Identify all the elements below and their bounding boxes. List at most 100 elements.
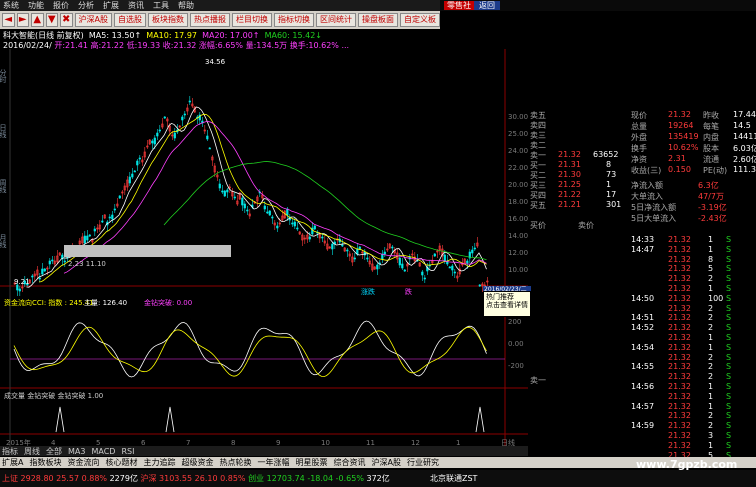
trade-dir: S <box>726 264 732 274</box>
menu-item-1[interactable]: 功能 <box>28 0 44 11</box>
ma10-label: MA10: 17.97 <box>146 31 197 40</box>
candle-body <box>291 222 294 225</box>
toolbar-button-1[interactable]: 自选股 <box>113 13 146 27</box>
candle-body <box>43 268 46 272</box>
bottom-nav-11[interactable]: 行业研究 <box>407 457 439 468</box>
status-right: 北京联通ZST <box>430 474 478 483</box>
toolbar-arrow-4[interactable]: ✖ <box>60 13 73 27</box>
trade-dir: S <box>726 372 732 382</box>
candle-body <box>83 235 86 244</box>
quote-panel: 卖五 卖四 卖三 卖二 卖一 21.32 63652 买一 21.31 8 买二 21.30 73 买三 2… <box>528 110 756 460</box>
candle-body <box>268 210 271 216</box>
status-amt2: 372亿 <box>366 474 390 483</box>
bottom-nav-10[interactable]: 沪深A股 <box>371 457 400 468</box>
bottom-tab-3[interactable]: MA3 <box>68 447 85 456</box>
bottom-nav-6[interactable]: 热点轮换 <box>219 457 251 468</box>
middle-label-left: 涨跌 <box>361 287 375 296</box>
trade-vol: 1 <box>708 391 714 401</box>
trade-price: 21.32 <box>668 333 691 342</box>
trade-price: 21.32 <box>668 362 691 372</box>
toolbar-arrow-3[interactable]: ▼ <box>45 13 58 27</box>
toolbar-button-5[interactable]: 指标切换 <box>273 13 314 27</box>
candle-body <box>153 137 156 145</box>
trade-dir: S <box>726 391 732 401</box>
candle-body <box>118 195 121 199</box>
trade-vol: 5 <box>708 264 714 274</box>
back-button[interactable]: 返回 <box>474 1 500 10</box>
toolbar: ◄ ► ▲ ▼ ✖ 沪深A股 自选股 板块指数 热点播报 栏目切换 指标切换 区间统计 操盘板面 自定义板 <box>0 11 440 29</box>
bottom-nav-7[interactable]: 一年涨幅 <box>257 457 289 468</box>
quote-value2: 111.3 <box>733 165 756 174</box>
candle-body <box>151 140 154 144</box>
indicator-row2: 成交量 金钻突破 金钻突破 1.00 <box>4 391 103 400</box>
tooltip[interactable]: 热门推荐 点击查看详情 <box>483 291 531 317</box>
bottom-nav-0[interactable]: 扩展A <box>2 457 23 468</box>
trade-time: 14:33 <box>631 235 655 244</box>
trade-dir: S <box>726 254 732 264</box>
menu-item-0[interactable]: 系统 <box>3 0 19 11</box>
menu-bar: 系统 功能 报价 分析 扩展 资讯 工具 帮助 <box>0 0 440 11</box>
quote-label: 收益(三) <box>631 166 662 175</box>
bottom-nav-8[interactable]: 明星股票 <box>295 457 327 468</box>
brand-badge[interactable]: 零售社 <box>444 1 474 10</box>
bottom-tab-0[interactable]: 指标 <box>2 446 18 457</box>
ma-info-line: 科大智能(日线 前复权) MA5: 13.50↑ MA10: 17.97 MA2… <box>0 30 440 40</box>
toolbar-button-2[interactable]: 板块指数 <box>147 13 188 27</box>
ohlc-info-line: 2016/02/24/ 开:21.41 高:21.22 低:19.33 收:21… <box>0 40 440 49</box>
left-label-1: 日线 <box>0 124 7 138</box>
ob-sell-vol: 63652 <box>593 150 619 159</box>
toolbar-button-4[interactable]: 栏目切换 <box>231 13 272 27</box>
trade-vol: 2 <box>708 323 714 333</box>
status-sh: 上证 2928.80 25.57 0.88% <box>2 474 108 483</box>
toolbar-button-0[interactable]: 沪深A股 <box>74 13 112 27</box>
selection-bar[interactable] <box>64 245 231 257</box>
candle-body <box>293 221 296 227</box>
quote-label: 净资 <box>631 155 647 164</box>
bottom-tab-5[interactable]: RSI <box>121 447 134 456</box>
menu-item-5[interactable]: 资讯 <box>128 0 144 11</box>
candle-body <box>221 190 224 193</box>
menu-item-2[interactable]: 报价 <box>53 0 69 11</box>
trade-dir: S <box>726 313 732 323</box>
trade-dir: S <box>726 421 732 431</box>
toolbar-arrow-2[interactable]: ▲ <box>31 13 44 27</box>
bottom-nav-4[interactable]: 主力追踪 <box>143 457 175 468</box>
candle-body <box>356 248 359 255</box>
toolbar-button-6[interactable]: 区间统计 <box>315 13 356 27</box>
candle-body <box>108 216 111 219</box>
menu-item-4[interactable]: 扩展 <box>103 0 119 11</box>
ob-buy-vol: 73 <box>606 170 617 179</box>
candle-body <box>208 147 211 150</box>
menu-item-6[interactable]: 工具 <box>153 0 169 11</box>
quote-value: 2.31 <box>668 154 686 163</box>
menu-item-7[interactable]: 帮助 <box>178 0 194 11</box>
toolbar-button-3[interactable]: 热点播报 <box>189 13 230 27</box>
ob-buy-price: 21.21 <box>558 200 581 209</box>
quote-value: 135419 <box>668 132 699 141</box>
trade-price: 21.32 <box>668 382 691 391</box>
quote-value: 10.62% <box>668 143 699 152</box>
bottom-tab-4[interactable]: MACD <box>91 447 115 456</box>
toolbar-arrow-0[interactable]: ◄ <box>2 13 15 27</box>
toolbar-button-8[interactable]: 自定义板 <box>399 13 440 27</box>
indicator-tabs: 指标 周线 全部 MA3 MACD RSI <box>0 446 528 456</box>
trade-price: 21.32 <box>668 264 691 274</box>
bottom-nav-9[interactable]: 综合资讯 <box>333 457 365 468</box>
bottom-tab-1[interactable]: 周线 <box>24 446 40 457</box>
candle-body <box>423 277 426 280</box>
bottom-nav-5[interactable]: 超级资金 <box>181 457 213 468</box>
bottom-nav-1[interactable]: 指数板块 <box>29 457 61 468</box>
toolbar-arrow-1[interactable]: ► <box>16 13 29 27</box>
trade-vol: 2 <box>708 372 714 382</box>
toolbar-button-7[interactable]: 操盘板面 <box>357 13 398 27</box>
top-brand-area: 零售社 返回 <box>440 0 756 11</box>
bottom-nav-2[interactable]: 资金流向 <box>67 457 99 468</box>
quote-value2: 17.44 <box>733 110 756 119</box>
trade-price: 21.32 <box>668 284 691 293</box>
candle-body <box>353 257 356 260</box>
bottom-nav-3[interactable]: 核心题材 <box>105 457 137 468</box>
trade-dir: S <box>726 303 732 313</box>
candle-body <box>331 243 334 250</box>
menu-item-3[interactable]: 分析 <box>78 0 94 11</box>
bottom-tab-2[interactable]: 全部 <box>46 446 62 457</box>
